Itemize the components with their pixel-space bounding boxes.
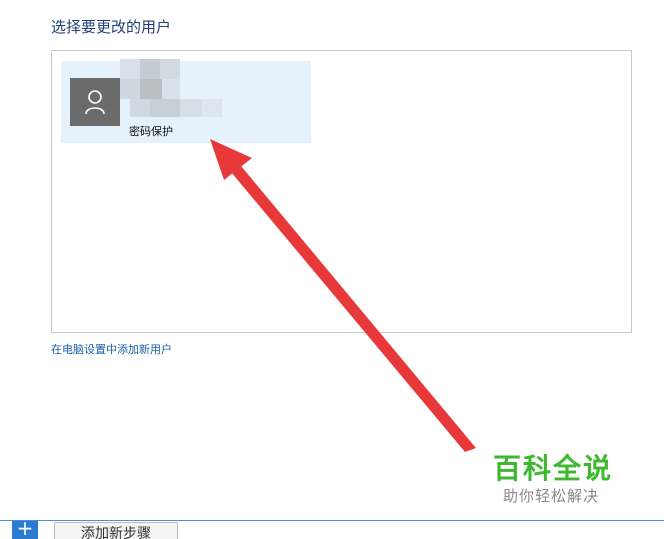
add-step-button[interactable]: 添加新步骤 bbox=[54, 522, 178, 539]
page-title: 选择要更改的用户 bbox=[51, 18, 172, 36]
watermark-subtitle: 助你轻松解决 bbox=[503, 487, 600, 505]
blurred-username bbox=[110, 59, 230, 121]
watermark-title: 百科全说 bbox=[493, 452, 614, 485]
plus-button[interactable]: + bbox=[12, 521, 38, 539]
bottom-toolbar: + 添加新步骤 bbox=[0, 520, 664, 539]
add-user-link[interactable]: 在电脑设置中添加新用户 bbox=[51, 341, 172, 357]
account-type-label: 密码保护 bbox=[129, 125, 173, 138]
user-list-panel: 密码保护 bbox=[51, 50, 632, 333]
user-account-tile[interactable]: 密码保护 bbox=[61, 59, 311, 143]
